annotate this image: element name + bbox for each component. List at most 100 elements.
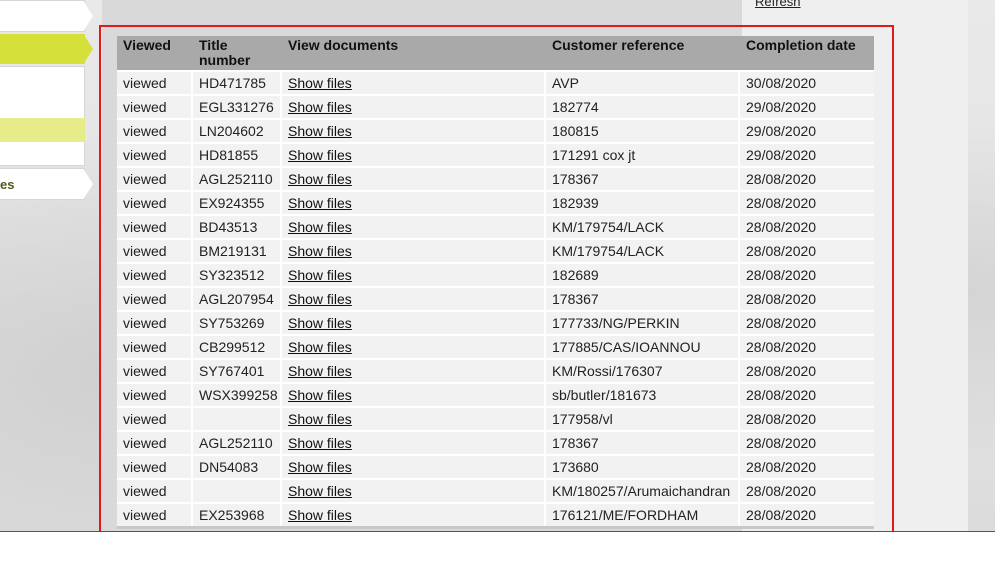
cell-viewed: viewed [117, 166, 193, 190]
cell-completion-date: 28/08/2020 [740, 382, 874, 406]
show-files-link[interactable]: Show files [282, 406, 546, 430]
cell-completion-date: 28/08/2020 [740, 190, 874, 214]
cell-customer-reference: 180815 [546, 118, 740, 142]
table-row: viewed WSX399258 Show files sb/butler/18167… [117, 382, 874, 406]
show-files-link[interactable]: Show files [282, 358, 546, 382]
cell-completion-date: 28/08/2020 [740, 502, 874, 526]
show-files-link[interactable]: Show files [282, 286, 546, 310]
cell-title-number: LN204602 [193, 118, 282, 142]
cell-customer-reference: KM/179754/LACK [546, 214, 740, 238]
cell-customer-reference: 178367 [546, 430, 740, 454]
header-title-number[interactable]: Title number [193, 36, 282, 70]
show-files-link[interactable]: Show files [282, 334, 546, 358]
show-files-link[interactable]: Show files [282, 166, 546, 190]
cell-customer-reference: KM/Rossi/176307 [546, 358, 740, 382]
header-viewed[interactable]: Viewed [117, 36, 193, 70]
cell-viewed: viewed [117, 502, 193, 526]
cell-viewed: viewed [117, 454, 193, 478]
refresh-link[interactable]: Refresh [755, 0, 801, 9]
show-files-link[interactable]: Show files [282, 382, 546, 406]
header-customer-reference[interactable]: Customer reference [546, 36, 740, 70]
cell-title-number: DN54083 [193, 454, 282, 478]
nav-item-active[interactable] [0, 34, 93, 64]
cell-completion-date: 29/08/2020 [740, 94, 874, 118]
show-files-link[interactable]: Show files [282, 94, 546, 118]
cell-completion-date: 28/08/2020 [740, 310, 874, 334]
table-row: viewed SY753269 Show files 177733/NG/PERKIN… [117, 310, 874, 334]
cell-completion-date: 28/08/2020 [740, 430, 874, 454]
cell-viewed: viewed [117, 286, 193, 310]
show-files-link[interactable]: Show files [282, 118, 546, 142]
show-files-link[interactable]: Show files [282, 238, 546, 262]
cell-customer-reference: KM/179754/LACK [546, 238, 740, 262]
table-row: viewed AGL207954 Show files 178367 28/08/202… [117, 286, 874, 310]
show-files-link[interactable]: Show files [282, 214, 546, 238]
cell-customer-reference: 177958/vl [546, 406, 740, 430]
page-footer-area [0, 532, 995, 567]
cell-title-number: SY753269 [193, 310, 282, 334]
show-files-link[interactable]: Show files [282, 142, 546, 166]
table-row: viewed EX253968 Show files 176121/ME/FORDHA… [117, 502, 874, 526]
cell-completion-date: 28/08/2020 [740, 286, 874, 310]
cell-title-number [193, 406, 282, 430]
show-files-link[interactable]: Show files [282, 262, 546, 286]
cell-customer-reference: 177733/NG/PERKIN [546, 310, 740, 334]
cell-viewed: viewed [117, 358, 193, 382]
show-files-link[interactable]: Show files [282, 310, 546, 334]
cell-completion-date: 28/08/2020 [740, 406, 874, 430]
cell-customer-reference: 182774 [546, 94, 740, 118]
nav-item-partial[interactable]: es [0, 168, 93, 200]
cell-viewed: viewed [117, 478, 193, 502]
cell-viewed: viewed [117, 118, 193, 142]
cell-title-number [193, 478, 282, 502]
table-row: viewed LN204602 Show files 180815 29/08/2020 [117, 118, 874, 142]
show-files-link[interactable]: Show files [282, 454, 546, 478]
cell-customer-reference: 182689 [546, 262, 740, 286]
cell-customer-reference: 178367 [546, 286, 740, 310]
cell-title-number: SY767401 [193, 358, 282, 382]
cell-viewed: viewed [117, 406, 193, 430]
cell-viewed: viewed [117, 142, 193, 166]
cell-customer-reference: 176121/ME/FORDHAM [546, 502, 740, 526]
show-files-link[interactable]: Show files [282, 502, 546, 526]
cell-title-number: BD43513 [193, 214, 282, 238]
cell-completion-date: 28/08/2020 [740, 238, 874, 262]
completed-applications-table: Viewed Title number View documents Custo… [117, 36, 874, 529]
cell-title-number: HD81855 [193, 142, 282, 166]
show-files-link[interactable]: Show files [282, 190, 546, 214]
header-view-documents[interactable]: View documents [282, 36, 546, 70]
cell-customer-reference: AVP [546, 70, 740, 94]
cell-title-number: CB299512 [193, 334, 282, 358]
nav-item-group[interactable] [0, 66, 85, 166]
cell-title-number: AGL252110 [193, 430, 282, 454]
cell-viewed: viewed [117, 334, 193, 358]
table-row: viewed Show files 177958/vl 28/08/2020 [117, 406, 874, 430]
cell-completion-date: 28/08/2020 [740, 334, 874, 358]
show-files-link[interactable]: Show files [282, 478, 546, 502]
cell-completion-date: 28/08/2020 [740, 478, 874, 502]
cell-completion-date: 29/08/2020 [740, 118, 874, 142]
nav-subitem-highlighted[interactable] [0, 118, 85, 142]
cell-completion-date: 30/08/2020 [740, 70, 874, 94]
header-completion-date[interactable]: Completion date [740, 36, 874, 70]
nav-item-1[interactable] [0, 0, 93, 32]
table-row: viewed Show files KM/180257/Arumaichandran… [117, 478, 874, 502]
cell-completion-date: 28/08/2020 [740, 454, 874, 478]
table-row: viewed AGL252110 Show files 178367 28/08/202… [117, 166, 874, 190]
cell-title-number: WSX399258 [193, 382, 282, 406]
show-files-link[interactable]: Show files [282, 430, 546, 454]
table-row: viewed DN54083 Show files 173680 28/08/2020 [117, 454, 874, 478]
cell-completion-date: 29/08/2020 [740, 142, 874, 166]
cell-customer-reference: KM/180257/Arumaichandran [546, 478, 740, 502]
show-files-link[interactable]: Show files [282, 70, 546, 94]
cell-viewed: viewed [117, 214, 193, 238]
table-row: viewed SY767401 Show files KM/Rossi/176307 2… [117, 358, 874, 382]
cell-customer-reference: 173680 [546, 454, 740, 478]
cell-completion-date: 28/08/2020 [740, 214, 874, 238]
table-row: viewed EX924355 Show files 182939 28/08/2020 [117, 190, 874, 214]
cell-completion-date: 28/08/2020 [740, 262, 874, 286]
table-row: viewed HD471785 Show files AVP 30/08/2020 [117, 70, 874, 94]
cell-title-number: EGL331276 [193, 94, 282, 118]
cell-completion-date: 28/08/2020 [740, 166, 874, 190]
cell-viewed: viewed [117, 190, 193, 214]
